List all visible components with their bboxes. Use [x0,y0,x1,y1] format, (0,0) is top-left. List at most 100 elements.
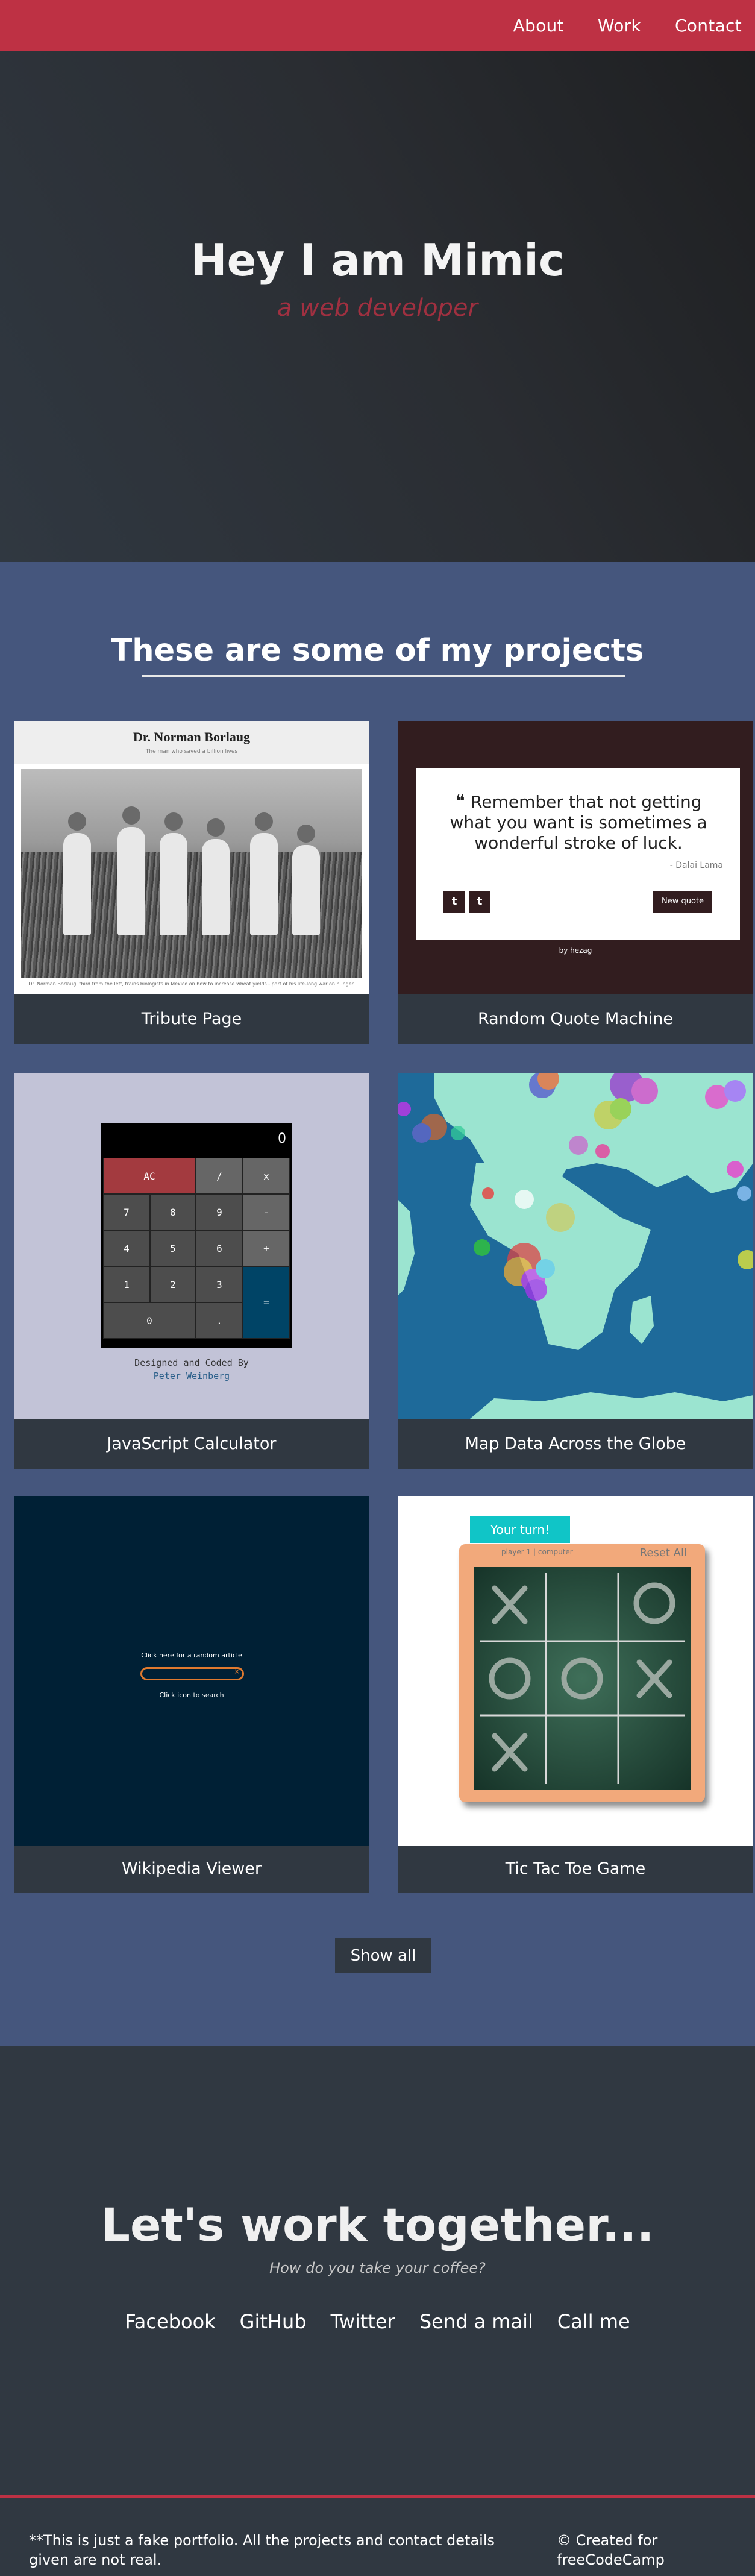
map-data-point [569,1136,588,1155]
quote-box: ❝ Remember that not getting what you wan… [416,768,740,940]
map-data-point [412,1123,431,1143]
map-data-point [738,1250,753,1269]
facebook-link[interactable]: Facebook [125,2310,215,2333]
footer: **This is just a fake portfolio. All the… [0,2495,755,2576]
map-data-point [546,1203,575,1232]
page-root: About Work Contact Hey I am Mimic a web … [0,0,755,2576]
hero-title: Hey I am Mimic [190,235,565,286]
person-figure [117,806,145,935]
project-tile-random-quote-machine[interactable]: ❝ Remember that not getting what you wan… [398,721,753,1044]
welcome-section: Hey I am Mimic a web developer [0,51,755,562]
project-tile-wikipedia-viewer[interactable]: Click here for a random article × Click … [14,1496,369,1893]
calc-key-decimal: . [196,1302,243,1339]
nav-contact-link[interactable]: Contact [675,16,742,36]
calc-key-8: 8 [150,1194,196,1230]
project-tile-tribute-page[interactable]: Dr. Norman Borlaug The man who saved a b… [14,721,369,1044]
game-frame: player 1 | computer Reset All [459,1544,705,1802]
person-figure [63,812,91,935]
contact-title: Let's work together... [101,2198,654,2252]
map-thumbnail [398,1073,753,1419]
hero-subtitle: a web developer [277,294,478,322]
south-america-landmass [398,1199,415,1296]
person-figure [202,818,230,935]
tribute-subtitle: The man who saved a billion lives [145,749,238,755]
o-mark-icon [489,1657,531,1700]
send-mail-link[interactable]: Send a mail [419,2310,533,2333]
calc-key-3: 3 [196,1266,243,1302]
project-title: JavaScript Calculator [14,1419,369,1469]
tribute-photo [21,769,362,978]
calc-key-6: 6 [196,1230,243,1266]
calculator-display: 0 [278,1131,286,1146]
calculator-signature-line2: Peter Weinberg [153,1371,230,1381]
madagascar-landmass [630,1296,654,1344]
navbar: About Work Contact [0,0,755,51]
africa-landmass [470,1163,651,1350]
github-link[interactable]: GitHub [240,2310,307,2333]
score-board: player 1 | computer [501,1548,573,1556]
quote-byline: by hezag [559,946,592,955]
person-figure [250,812,278,935]
twitter-icon: t [443,891,465,913]
tumblr-icon: t [469,891,490,913]
new-quote-button: New quote [653,891,712,913]
calculator-signature: Designed and Coded By Peter Weinberg [14,1356,369,1383]
search-bar: × [140,1667,244,1680]
random-article-link: Click here for a random article [141,1651,242,1659]
antarctica-landmass [470,1392,753,1419]
tribute-title: Dr. Norman Borlaug [133,729,251,744]
twitter-link[interactable]: Twitter [331,2310,395,2333]
o-mark-icon [633,1582,675,1624]
project-title: Wikipedia Viewer [14,1846,369,1893]
tic-tac-toe-thumbnail: Your turn! player 1 | computer Reset All [398,1496,753,1846]
search-hint: Click icon to search [159,1691,224,1699]
quote-machine-thumbnail: ❝ Remember that not getting what you wan… [398,721,753,994]
footer-disclaimer: **This is just a fake portfolio. All the… [29,2532,495,2568]
project-tile-tic-tac-toe[interactable]: Your turn! player 1 | computer Reset All [398,1496,753,1893]
project-title: Random Quote Machine [398,994,753,1044]
contact-subtitle: How do you take your coffee? [269,2260,486,2276]
calculator-thumbnail: 0 AC / x 7 8 9 - 4 5 6 + 1 2 3 = 0 . Des… [14,1073,369,1419]
projects-heading-underline [142,675,625,677]
quote-mark-icon: ❝ [455,791,471,812]
tribute-page-thumbnail: Dr. Norman Borlaug The man who saved a b… [14,721,369,994]
o-mark-icon [561,1657,603,1700]
nav-work-link[interactable]: Work [598,16,641,36]
call-me-link[interactable]: Call me [557,2310,630,2333]
calc-key-divide: / [196,1158,243,1194]
calc-key-7: 7 [103,1194,150,1230]
calc-key-0: 0 [103,1302,196,1339]
show-all-button[interactable]: Show all [335,1938,431,1973]
project-tile-map-data[interactable]: Map Data Across the Globe [398,1073,753,1469]
calc-key-equals: = [243,1266,290,1339]
nav-about-link[interactable]: About [513,16,564,36]
calc-key-multiply: x [243,1158,290,1194]
person-figure [292,825,320,935]
quote-text: ❝ Remember that not getting what you wan… [440,792,717,853]
map-data-point [525,1279,547,1301]
calc-key-5: 5 [150,1230,196,1266]
map-data-point [631,1078,658,1104]
calc-key-plus: + [243,1230,290,1266]
reset-button: Reset All [639,1547,687,1559]
game-board [474,1567,691,1790]
project-tile-javascript-calculator[interactable]: 0 AC / x 7 8 9 - 4 5 6 + 1 2 3 = 0 . Des… [14,1073,369,1469]
wikipedia-viewer-thumbnail: Click here for a random article × Click … [14,1496,369,1846]
map-data-point [610,1098,631,1120]
project-title: Map Data Across the Globe [398,1419,753,1469]
calculator-signature-line1: Designed and Coded By [134,1357,249,1368]
person-figure [160,812,187,935]
contact-links: Facebook GitHub Twitter Send a mail Call… [0,2310,755,2333]
project-title: Tribute Page [14,994,369,1044]
map-data-point [398,1102,411,1116]
contact-section: Let's work together... How do you take y… [0,2046,755,2495]
tribute-header: Dr. Norman Borlaug The man who saved a b… [14,721,369,764]
calc-key-minus: - [243,1194,290,1230]
tribute-photo-caption: Dr. Norman Borlaug, third from the left,… [28,981,355,987]
map-data-point [536,1259,555,1278]
calc-key-4: 4 [103,1230,150,1266]
calc-key-1: 1 [103,1266,150,1302]
project-title: Tic Tac Toe Game [398,1846,753,1893]
board-grid [480,1573,685,1784]
map-data-point [482,1187,494,1199]
